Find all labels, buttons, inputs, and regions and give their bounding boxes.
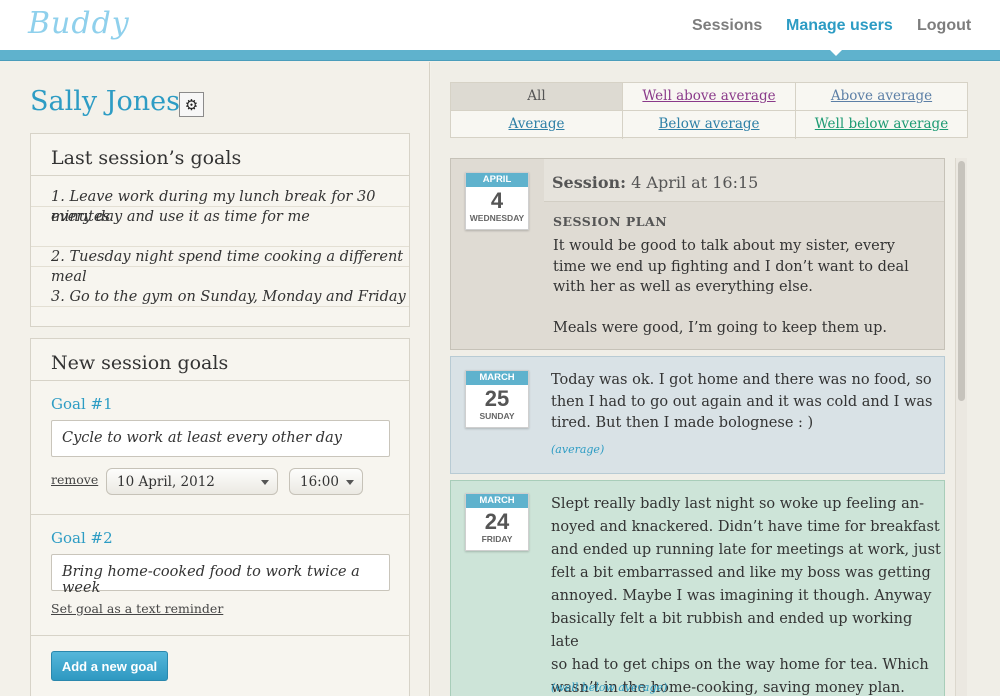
- new-goals-panel: New session goals Goal #1 Cycle to work …: [30, 338, 410, 696]
- diary-entry-text: Today was ok. I got home and there was n…: [551, 370, 933, 435]
- filter-all[interactable]: All: [451, 83, 623, 111]
- entry-line: and ended up running late for meetings a…: [551, 542, 941, 558]
- last-goal-line: 2. Tuesday night spend time cooking a di…: [51, 249, 404, 285]
- rating-filters: All Well above average Above average Ave…: [450, 82, 968, 139]
- calendar-weekday: Wednesday: [469, 213, 525, 223]
- last-goal-line: every day and use it as time for me: [51, 209, 310, 225]
- entry-line: basically felt a bit rubbish and ended u…: [551, 611, 913, 650]
- session-card[interactable]: April 4 Wednesday Session: 4 April at 16…: [450, 158, 945, 350]
- divider: [31, 514, 409, 515]
- goal-2-input[interactable]: Bring home-cooked food to work twice a w…: [51, 554, 390, 596]
- nav-manage-users[interactable]: Manage users: [786, 17, 893, 35]
- remove-goal-link[interactable]: remove: [51, 472, 98, 487]
- rating-tag: (average): [551, 443, 605, 456]
- nav-logout[interactable]: Logout: [917, 17, 971, 35]
- calendar-icon: March 24 Friday: [465, 493, 529, 551]
- new-goals-title: New session goals: [31, 339, 409, 381]
- filter-above-average[interactable]: Above average: [796, 83, 967, 111]
- plan-line: with her as well as everything else.: [553, 279, 813, 295]
- calendar-day: 4: [490, 188, 504, 213]
- calendar-month: March: [466, 371, 528, 385]
- plan-line: time we end up fighting and I don’t want…: [553, 258, 909, 275]
- entry-line: then I had to go out again and it was co…: [551, 393, 933, 410]
- session-plan-text: It would be good to talk about my sister…: [553, 236, 909, 339]
- calendar-icon: March 25 Sunday: [465, 370, 529, 428]
- calendar-month: April: [466, 173, 528, 187]
- goal-1-date-value: 10 April, 2012: [117, 474, 215, 490]
- chevron-down-icon: [261, 480, 269, 485]
- session-heading: Session: 4 April at 16:15: [552, 173, 758, 192]
- diary-entry-text: Slept really badly last night so woke up…: [551, 493, 944, 696]
- session-heading-value: 4 April at 16:15: [631, 173, 759, 192]
- diary-entry-card[interactable]: March 25 Sunday Today was ok. I got home…: [450, 356, 945, 474]
- session-plan-label: SESSION PLAN: [553, 214, 668, 229]
- user-name: Sally Jones: [30, 86, 181, 117]
- goal-1-time-select[interactable]: 16:00: [289, 468, 363, 495]
- rating-tag: (well below average): [551, 681, 668, 694]
- plan-line: Meals were good, I’m going to keep them …: [553, 320, 888, 336]
- add-new-goal-button[interactable]: Add a new goal: [51, 651, 168, 681]
- filter-well-below-average[interactable]: Well below average: [796, 111, 967, 139]
- calendar-day: 25: [484, 386, 510, 411]
- last-goal-line: 3. Go to the gym on Sunday, Monday and F…: [51, 289, 406, 305]
- entry-line: felt a bit embarrassed and like my boss …: [551, 565, 931, 581]
- last-goals-title: Last session’s goals: [31, 134, 409, 176]
- text-reminder-link[interactable]: Set goal as a text reminder: [51, 601, 223, 616]
- entry-line: so had to get chips on the way home for …: [551, 657, 929, 673]
- gear-icon[interactable]: ⚙: [179, 92, 204, 117]
- goal-1-label: Goal #1: [51, 395, 113, 413]
- plan-gap: [553, 298, 909, 319]
- goal-1-input[interactable]: Cycle to work at least every other day: [51, 420, 390, 457]
- goal-1-time-value: 16:00: [300, 474, 339, 490]
- entry-line: tired. But then I made bolognese : ): [551, 415, 814, 431]
- filter-average[interactable]: Average: [451, 111, 623, 139]
- entry-line: annoyed. Maybe I was imagining it though…: [551, 588, 932, 604]
- filter-well-above-average[interactable]: Well above average: [623, 83, 796, 111]
- goal-1-date-select[interactable]: 10 April, 2012: [106, 468, 278, 495]
- plan-line: It would be good to talk about my sister…: [553, 238, 895, 254]
- nav-sessions[interactable]: Sessions: [692, 17, 762, 35]
- filter-below-average[interactable]: Below average: [623, 111, 796, 139]
- calendar-day: 24: [484, 509, 510, 534]
- session-heading-label: Session:: [552, 173, 627, 192]
- calendar-weekday: Sunday: [479, 411, 515, 421]
- active-nav-indicator: [830, 50, 842, 56]
- last-goals-panel: Last session’s goals 1. Leave work durin…: [30, 133, 410, 327]
- calendar-weekday: Friday: [481, 534, 513, 544]
- entry-line: noyed and knackered. Didn’t have time fo…: [551, 519, 940, 535]
- calendar-month: March: [466, 494, 528, 508]
- diary-entry-card[interactable]: March 24 Friday Slept really badly last …: [450, 480, 945, 696]
- entry-line: Today was ok. I got home and there was n…: [551, 372, 932, 388]
- header-accent-bar: [0, 50, 1000, 61]
- chevron-down-icon: [346, 480, 354, 485]
- scrollbar-thumb[interactable]: [958, 161, 965, 401]
- buddy-logo[interactable]: Buddy: [28, 6, 130, 41]
- goal-2-label: Goal #2: [51, 529, 113, 547]
- divider: [31, 635, 409, 636]
- entry-line: Slept really badly last night so woke up…: [551, 496, 924, 512]
- calendar-icon: April 4 Wednesday: [465, 172, 529, 230]
